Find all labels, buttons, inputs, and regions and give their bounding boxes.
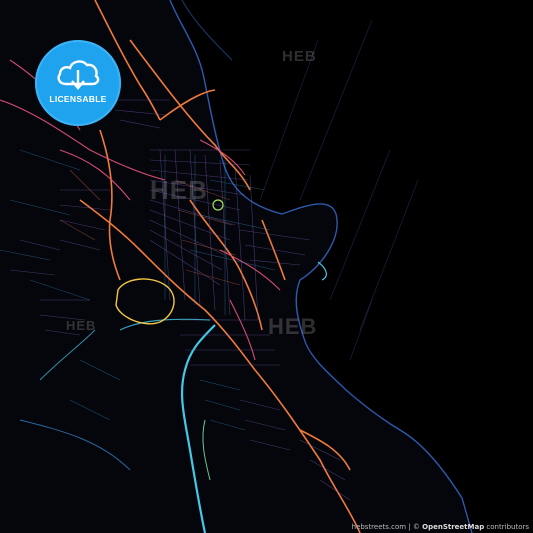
watermark-center: HEB	[150, 175, 208, 205]
watermark-top: HEB	[282, 48, 317, 65]
licensable-badge[interactable]: LICENSABLE	[35, 40, 121, 126]
watermark-right: HEB	[268, 314, 318, 339]
attribution-site[interactable]: hebstreets.com	[352, 523, 406, 531]
attribution: hebstreets.com | © OpenStreetMap contrib…	[351, 523, 529, 531]
cloud-download-icon	[57, 60, 100, 90]
badge-label: LICENSABLE	[49, 94, 107, 104]
watermark-left: HEB	[66, 318, 97, 333]
attribution-source[interactable]: OpenStreetMap	[422, 523, 484, 531]
